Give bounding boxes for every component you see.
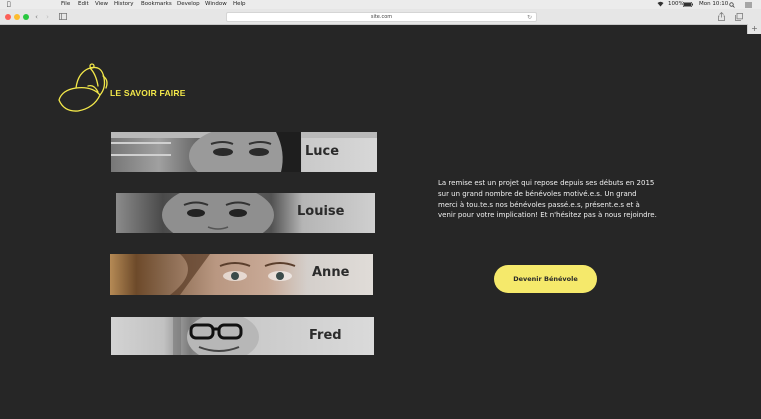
brand-name[interactable]: LE SAVOIR FAIRE (110, 88, 186, 98)
address-bar[interactable]: site.com ↻ (226, 12, 537, 22)
tabs-overview-icon[interactable] (734, 13, 743, 23)
reload-icon[interactable]: ↻ (527, 13, 532, 22)
battery-icon[interactable] (683, 2, 693, 9)
volunteer-card-luce[interactable]: Luce (111, 132, 377, 172)
menu-view[interactable]: View (95, 1, 108, 7)
menu-help[interactable]: Help (233, 1, 246, 7)
menu-file[interactable]: File (61, 1, 70, 7)
browser-toolbar: ‹ › site.com ↻ (0, 9, 761, 25)
menu-develop[interactable]: Develop (177, 1, 200, 7)
minimize-window-button[interactable] (14, 14, 20, 20)
volunteer-name-fred: Fred (309, 328, 342, 343)
menu-history[interactable]: History (114, 1, 134, 7)
apple-icon[interactable]:  (7, 1, 11, 8)
volunteer-name-louise: Louise (297, 204, 345, 219)
cap-icon (58, 63, 108, 112)
new-tab-button[interactable]: + (747, 24, 761, 34)
back-arrow-icon[interactable]: ‹ (32, 12, 41, 22)
volunteer-card-anne[interactable]: Anne (110, 254, 373, 295)
volunteer-name-anne: Anne (312, 265, 350, 280)
forward-arrow-icon[interactable]: › (43, 12, 52, 22)
volunteer-card-fred[interactable]: Fred (111, 317, 374, 355)
menu-window[interactable]: Window (205, 1, 227, 7)
become-volunteer-button[interactable]: Devenir Bénévole (494, 265, 597, 293)
share-icon[interactable] (717, 11, 726, 22)
sidebar-icon[interactable] (58, 13, 67, 23)
clock: Mon 10:10 (699, 1, 729, 7)
menu-bookmarks[interactable]: Bookmarks (141, 1, 172, 7)
volunteer-card-louise[interactable]: Louise (116, 193, 375, 233)
zoom-window-button[interactable] (23, 14, 29, 20)
volunteer-name-luce: Luce (305, 144, 340, 159)
wifi-icon[interactable] (657, 1, 664, 9)
battery-percent: 100% (668, 1, 684, 7)
menu-edit[interactable]: Edit (78, 1, 89, 7)
close-window-button[interactable] (5, 14, 11, 20)
intro-paragraph: La remise est un projet qui repose depui… (438, 179, 657, 220)
url-text: site.com (370, 14, 393, 20)
system-menu-bar:  File Edit View History Bookmarks Devel… (0, 0, 761, 9)
